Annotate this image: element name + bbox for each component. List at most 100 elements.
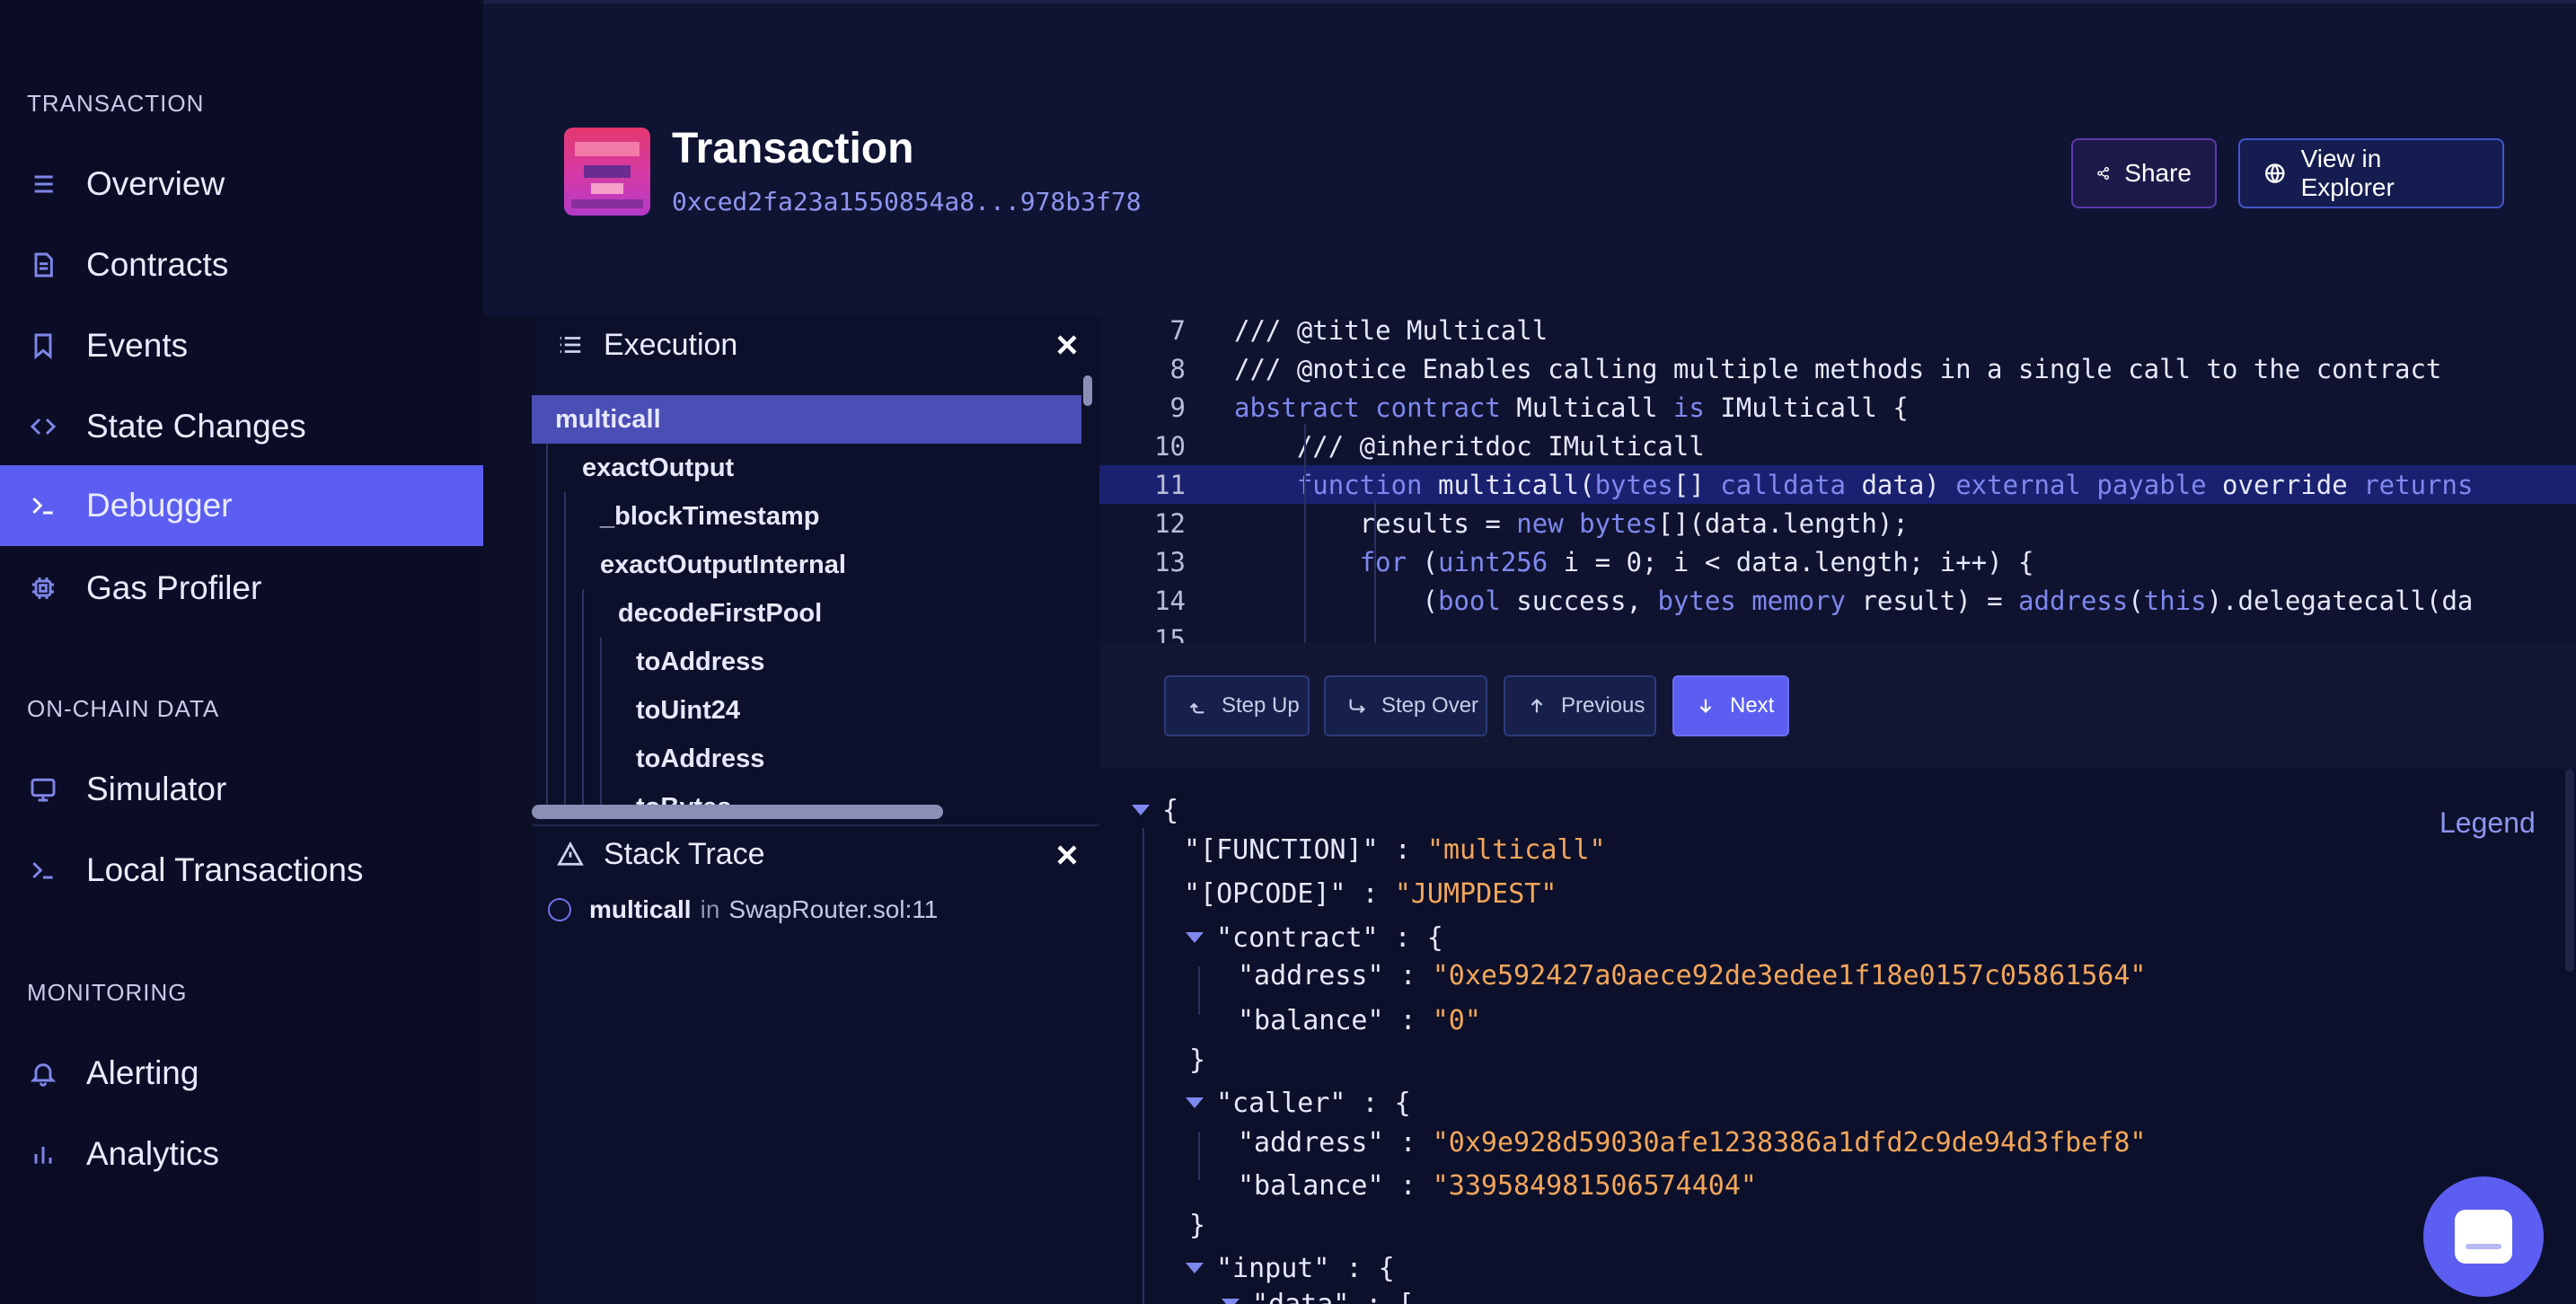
json-close-brace: } [1189, 1209, 1206, 1241]
stack-frame-location: SwapRouter.sol:11 [728, 895, 939, 923]
execution-row-block-timestamp[interactable]: _blockTimestamp [532, 492, 1081, 541]
code-line: 7/// @title Multicall [1169, 316, 1548, 346]
step-over-label: Step Over [1381, 693, 1479, 718]
transaction-hash[interactable]: 0xced2fa23a1550854a8...978b3f78 [672, 187, 1142, 216]
globe-icon [2265, 163, 2285, 183]
json-entry-input: "input" : { [1186, 1248, 1395, 1288]
execution-row-label: toAddress [636, 647, 765, 676]
execution-row-label: exactOutput [582, 453, 735, 482]
previous-button[interactable]: Previous [1504, 675, 1656, 736]
arrow-up-icon [1531, 699, 1543, 713]
sidebar-item-label: Simulator [86, 771, 227, 807]
json-close-brace: } [1189, 1044, 1206, 1076]
collapse-toggle-icon[interactable] [1132, 805, 1150, 815]
json-entry-data: "data" : [ [1222, 1284, 1415, 1304]
share-icon [2097, 166, 2110, 181]
sidebar-item-analytics[interactable]: Analytics [0, 1114, 483, 1194]
code-line-highlighted: 11 function multicall(bytes[] calldata d… [1099, 465, 2576, 504]
sidebar-item-local-transactions[interactable]: Local Transactions [0, 830, 483, 911]
sidebar-item-label: Alerting [86, 1054, 199, 1091]
stack-frame[interactable]: multicall in SwapRouter.sol:11 [548, 887, 938, 932]
stack-trace-panel-header: Stack Trace [532, 824, 1099, 882]
execution-horizontal-scrollbar[interactable] [532, 805, 945, 821]
json-entry-caller: "caller" : { [1186, 1083, 1411, 1123]
execution-vertical-scrollbar[interactable] [1081, 374, 1096, 823]
close-execution-button[interactable] [1051, 329, 1083, 361]
execution-row-label: exactOutputInternal [600, 550, 846, 579]
section-label-on-chain-data: ON-CHAIN DATA [27, 695, 220, 722]
execution-row-to-address[interactable]: toAddress [532, 735, 1081, 783]
view-in-explorer-button[interactable]: View in Explorer [2238, 138, 2504, 208]
sidebar-item-gas-profiler[interactable]: Gas Profiler [0, 548, 483, 629]
sidebar-item-alerting[interactable]: Alerting [0, 1033, 483, 1114]
collapse-toggle-icon[interactable] [1186, 1263, 1204, 1273]
sidebar: TRANSACTION Overview Contracts Events St… [0, 0, 483, 1304]
execution-panel-header: Execution [532, 316, 1099, 374]
sidebar-item-label: State Changes [86, 408, 306, 445]
json-entry-contract: "contract" : { [1186, 918, 1443, 957]
share-button[interactable]: Share [2071, 138, 2217, 208]
corner-up-icon [1189, 702, 1204, 714]
sidebar-item-simulator[interactable]: Simulator [0, 749, 483, 830]
warning-icon [557, 841, 584, 866]
execution-row-label: toAddress [636, 744, 765, 773]
execution-row-decode-first-pool[interactable]: decodeFirstPool [532, 589, 1081, 638]
code-line: 10 /// @inheritdoc IMulticall [1154, 430, 1705, 462]
step-up-label: Step Up [1222, 693, 1300, 718]
collapse-toggle-icon[interactable] [1222, 1299, 1239, 1304]
collapse-toggle-icon[interactable] [1186, 1097, 1204, 1108]
code-line: 13 for (uint256 i = 0; i < data.length; … [1154, 546, 2034, 577]
execution-row-label: _blockTimestamp [600, 501, 820, 531]
execution-row-exact-output-internal[interactable]: exactOutputInternal [532, 541, 1081, 589]
transaction-avatar-icon [564, 128, 650, 216]
execution-row-label: toUint24 [636, 695, 740, 725]
json-entry-opcode: "[OPCODE]" : "JUMPDEST" [1184, 877, 1557, 910]
source-code-view: 7/// @title Multicall 8/// @notice Enabl… [1099, 316, 2576, 643]
debugger-controls: Step Up Step Over Previous Next [1099, 643, 2576, 769]
sidebar-item-contracts[interactable]: Contracts [0, 225, 483, 305]
execution-row-to-address[interactable]: toAddress [532, 638, 1081, 686]
previous-label: Previous [1561, 693, 1645, 718]
section-label-transaction: TRANSACTION [27, 90, 205, 117]
terminal-icon [27, 854, 59, 886]
sidebar-item-label: Contracts [86, 246, 229, 283]
chat-icon [2455, 1210, 2512, 1264]
execution-row-multicall[interactable]: multicall [532, 395, 1081, 444]
json-entry-function: "[FUNCTION]" : "multicall" [1184, 833, 1606, 866]
execution-row-label: decodeFirstPool [618, 598, 823, 628]
code-line: 8/// @notice Enables calling multiple me… [1169, 353, 2442, 384]
execution-row-to-uint24[interactable]: toUint24 [532, 686, 1081, 735]
chat-launcher-button[interactable] [2423, 1176, 2544, 1297]
sidebar-item-debugger[interactable]: Debugger [0, 465, 483, 546]
terminal-icon [27, 489, 59, 522]
cpu-icon [27, 572, 59, 604]
next-label: Next [1730, 693, 1775, 718]
view-in-explorer-label: View in Explorer [2300, 145, 2395, 201]
collapse-toggle-icon[interactable] [1186, 932, 1204, 943]
step-over-button[interactable]: Step Over [1324, 675, 1487, 736]
sidebar-item-label: Overview [86, 165, 225, 202]
list-icon [560, 337, 581, 353]
sidebar-item-state-changes[interactable]: State Changes [0, 386, 483, 467]
bell-icon [27, 1057, 59, 1089]
stack-trace-panel-title: Stack Trace [604, 836, 765, 871]
close-stack-trace-button[interactable] [1051, 839, 1083, 871]
stack-frame-in: in [700, 895, 720, 923]
json-vertical-scrollbar[interactable] [2562, 769, 2576, 1304]
code-line: 14 (bool success, bytes memory result) =… [1154, 585, 2474, 616]
step-up-button[interactable]: Step Up [1164, 675, 1310, 736]
execution-row-exact-output[interactable]: exactOutput [532, 444, 1081, 492]
sidebar-item-label: Debugger [86, 487, 233, 524]
sidebar-item-events[interactable]: Events [0, 305, 483, 386]
json-entry-caller-balance: "balance" : "339584981506574404" [1238, 1169, 1757, 1202]
section-label-monitoring: MONITORING [27, 979, 188, 1006]
sidebar-item-overview[interactable]: Overview [0, 144, 483, 225]
sidebar-item-label: Analytics [86, 1135, 220, 1172]
page-title: Transaction [672, 125, 914, 172]
json-entry-contract-address: "address" : "0xe592427a0aece92de3edee1f1… [1238, 959, 2147, 991]
state-json-view: Legend { "[FUNCTION]" : "multicall" "[OP… [1099, 769, 2576, 1304]
corner-down-right-icon [1349, 699, 1365, 714]
legend-link[interactable]: Legend [2439, 806, 2536, 840]
code-line: 15 [1154, 623, 1186, 644]
next-button[interactable]: Next [1672, 675, 1789, 736]
